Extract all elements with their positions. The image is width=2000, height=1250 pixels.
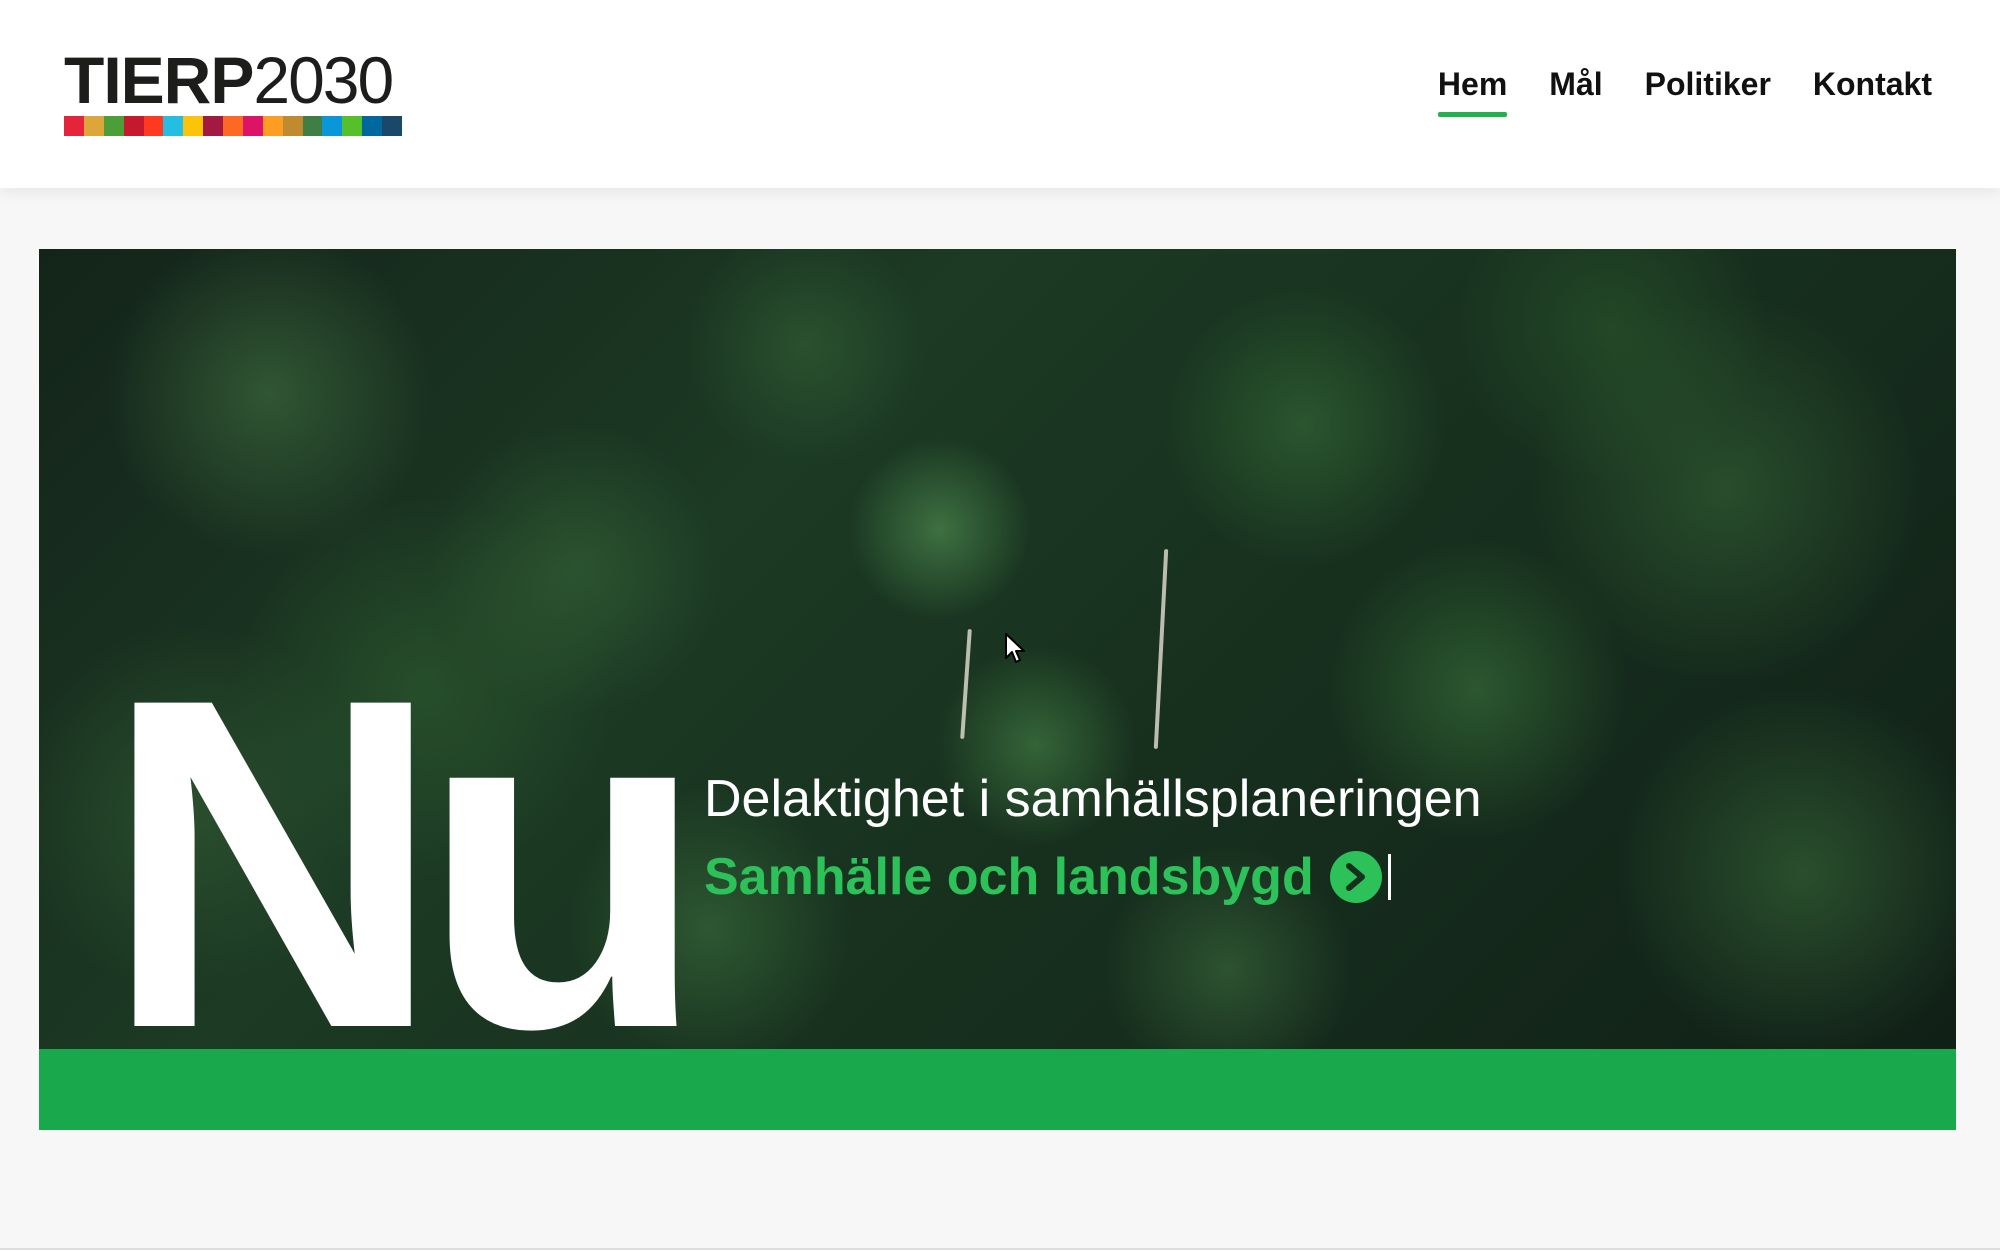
logo-color-segment (203, 116, 223, 136)
logo-color-segment (223, 116, 243, 136)
logo-color-segment (362, 116, 382, 136)
logo-color-bar (64, 116, 402, 136)
logo-color-segment (83, 116, 104, 136)
mouse-pointer-icon (1004, 632, 1028, 671)
nav-item-kontakt[interactable]: Kontakt (1813, 66, 1932, 117)
logo-color-segment (163, 116, 184, 136)
hero-banner: Nu Delaktighet i samhällsplaneringen Sam… (39, 249, 1956, 1130)
logo-color-segment (302, 116, 323, 136)
logo-color-segment (103, 116, 124, 136)
hero-bottom-band (39, 1049, 1956, 1130)
nav-item-mal[interactable]: Mål (1549, 66, 1602, 117)
logo-color-segment (183, 116, 204, 136)
main-nav: Hem Mål Politiker Kontakt (1437, 66, 1932, 117)
logo-color-segment (282, 116, 303, 136)
site-logo[interactable]: TIERP2030 (64, 44, 402, 136)
birch-trunk (960, 628, 972, 740)
hero-link-label: Samhälle och landsbygd (704, 848, 1314, 906)
logo-color-segment (322, 116, 343, 136)
logo-color-segment (143, 116, 164, 136)
logo-color-segment (342, 116, 363, 136)
logo-color-segment (123, 116, 144, 136)
logo-text-year: 2030 (253, 43, 394, 117)
site-header: TIERP2030 Hem Mål Politiker Kontakt (0, 0, 2000, 188)
logo-color-segment (382, 116, 402, 136)
logo-wordmark: TIERP2030 (64, 43, 394, 117)
birch-trunk (1153, 549, 1169, 749)
logo-color-segment (64, 116, 84, 136)
hero-subtitle: Delaktighet i samhällsplaneringen (704, 770, 1482, 828)
text-caret (1387, 854, 1391, 900)
chevron-right-circle-icon[interactable] (1329, 851, 1382, 903)
nav-item-politiker[interactable]: Politiker (1645, 66, 1771, 117)
logo-color-segment (242, 116, 263, 136)
page: TIERP2030 Hem Mål Politiker Kontakt Nu D… (0, 0, 2000, 1250)
logo-color-segment (262, 116, 283, 136)
nav-item-hem[interactable]: Hem (1437, 66, 1508, 117)
logo-text-bold: TIERP (64, 43, 254, 117)
hero-link-samhalle[interactable]: Samhälle och landsbygd (704, 847, 1391, 907)
